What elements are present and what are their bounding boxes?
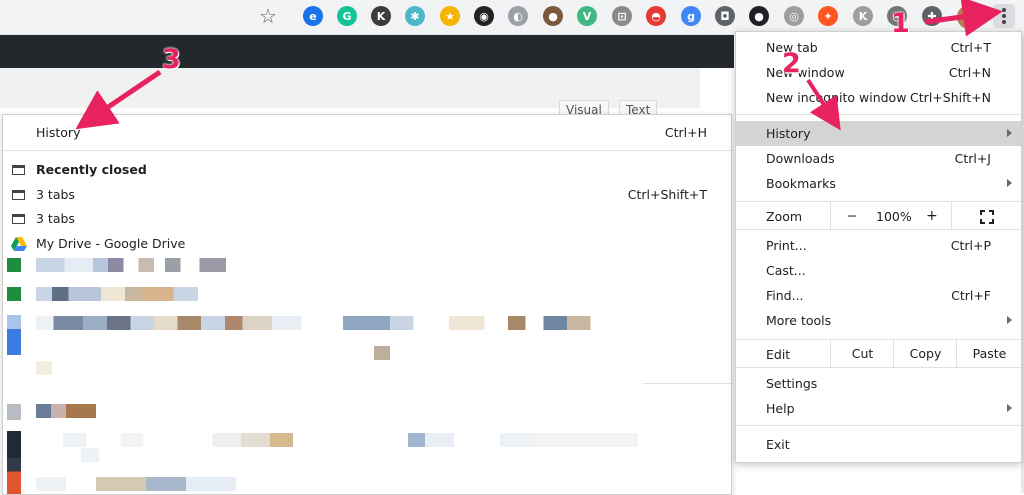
annotation-arrow-1 — [924, 0, 1003, 37]
annotation-number-1: 1 — [891, 8, 910, 39]
annotation-number-2: 2 — [782, 48, 801, 79]
annotation-arrow-3 — [75, 69, 162, 130]
annotation-arrow-2 — [806, 78, 841, 131]
annotation-overlay — [75, 0, 1003, 131]
annotation-number-3: 3 — [162, 44, 181, 75]
